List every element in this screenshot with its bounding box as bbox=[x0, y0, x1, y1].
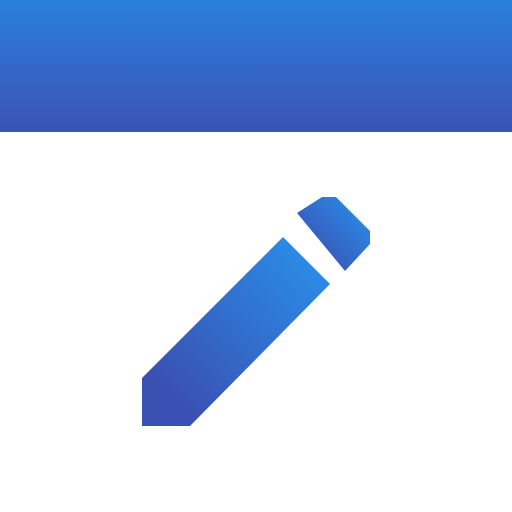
pencil-icon bbox=[142, 197, 370, 426]
pencil-body bbox=[142, 237, 330, 426]
app-icon bbox=[0, 0, 512, 512]
pencil-eraser bbox=[297, 197, 370, 271]
